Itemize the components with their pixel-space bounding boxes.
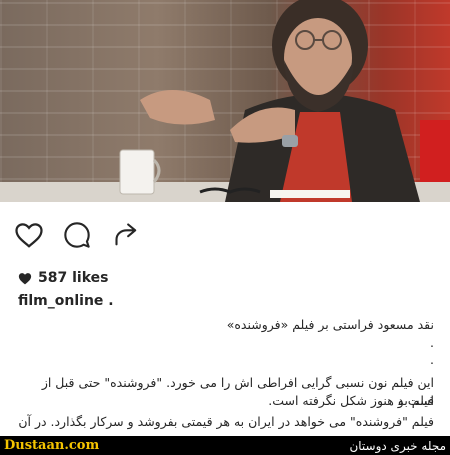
heart-icon <box>15 223 43 248</box>
watermark-footer: Dustaan.com مجله خبری دوستان <box>0 436 450 455</box>
caption-line-3: . <box>430 352 434 367</box>
heart-filled-icon <box>18 272 32 284</box>
post-actions-bar <box>0 210 450 256</box>
comment-button[interactable] <box>60 218 94 252</box>
caption-line-6: فیلم "فروشنده" می خواهد در ایران به هر ق… <box>18 414 434 429</box>
comment-icon <box>64 222 90 248</box>
photo-illustration <box>0 0 450 202</box>
post-username[interactable]: film_online . <box>18 293 114 309</box>
likes-label: 587 likes <box>38 270 109 286</box>
share-icon <box>115 223 137 246</box>
left-hand <box>140 90 215 125</box>
mug <box>119 149 155 195</box>
share-button[interactable] <box>110 218 144 252</box>
wristwatch <box>282 135 298 147</box>
like-button[interactable] <box>12 218 46 252</box>
caption-line-2: . <box>430 335 434 350</box>
site-watermark: Dustaan.com <box>4 438 100 453</box>
paper <box>270 190 350 198</box>
magazine-watermark: مجله خبری دوستان <box>349 438 446 453</box>
post-photo <box>0 0 450 202</box>
caption-line-5: است و هنوز شکل نگرفته است. <box>268 393 434 408</box>
caption-line-1: نقد مسعود فراستی بر فیلم «فروشنده» <box>226 317 434 332</box>
likes-count[interactable]: 587 likes <box>18 270 108 286</box>
